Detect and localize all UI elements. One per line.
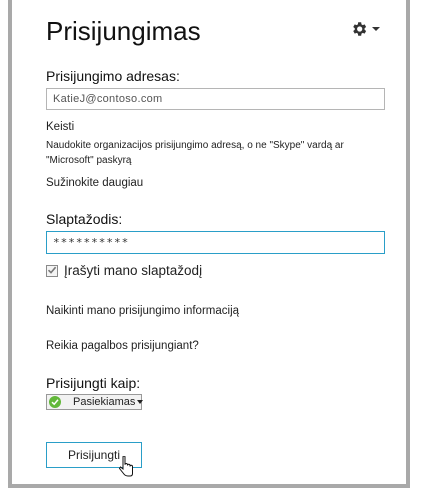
learn-more-link[interactable]: Sužinokite daugiau	[46, 177, 143, 189]
remember-password-label: Įrašyti mano slaptažodį	[64, 263, 203, 278]
address-hint: Naudokite organizacijos prisijungimo adr…	[46, 140, 344, 166]
settings-menu-button[interactable]	[350, 20, 384, 38]
checkmark-icon	[47, 262, 57, 280]
password-label: Slaptažodis:	[46, 211, 123, 227]
delete-sign-in-info-link[interactable]: Naikinti mano prisijungimo informaciją	[46, 305, 239, 317]
address-input[interactable]	[46, 88, 385, 110]
remember-password-row: Įrašyti mano slaptažodį	[46, 263, 202, 278]
availability-dropdown[interactable]: Pasiekiamas	[46, 394, 144, 410]
password-input[interactable]	[46, 231, 385, 254]
dropdown-arrow-icon	[137, 400, 144, 404]
chevron-down-icon	[372, 27, 380, 31]
change-address-link[interactable]: Keisti	[46, 121, 74, 133]
address-label: Prisijungimo adresas:	[46, 68, 180, 84]
availability-value: Pasiekiamas	[73, 396, 136, 408]
page-title: Prisijungimas	[46, 16, 201, 46]
sign-in-as-label: Prisijungti kaip:	[46, 375, 141, 391]
available-status-icon	[49, 396, 61, 408]
mouse-pointer-icon	[118, 455, 134, 485]
sign-in-help-link[interactable]: Reikia pagalbos prisijungiant?	[46, 340, 199, 352]
gear-icon	[350, 20, 368, 38]
remember-password-checkbox[interactable]	[46, 262, 58, 280]
